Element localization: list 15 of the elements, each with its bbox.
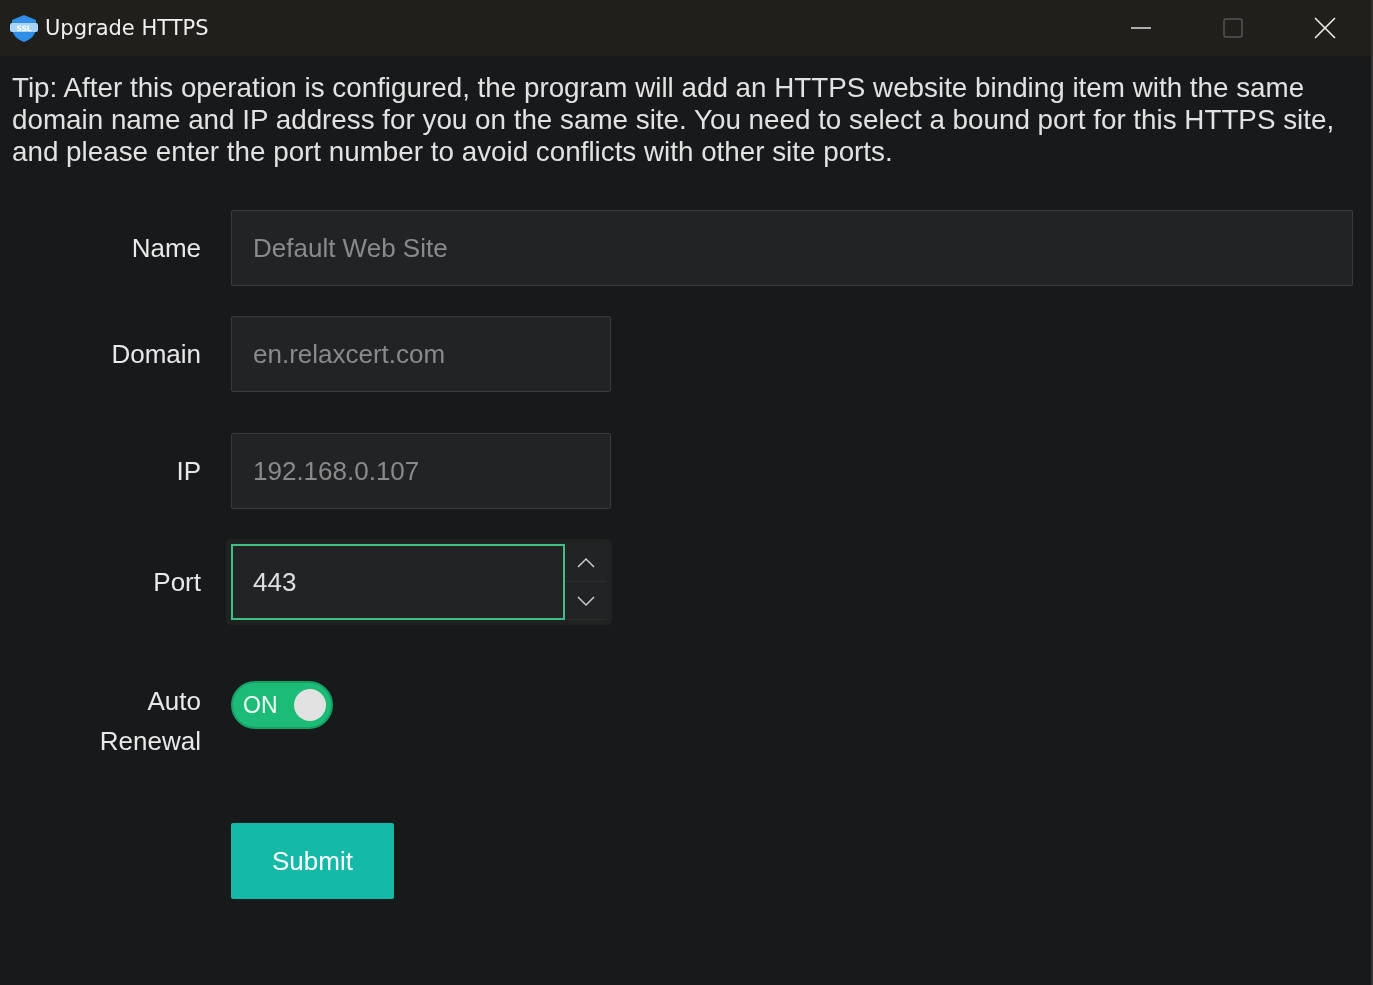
window-title: Upgrade HTTPS	[45, 16, 209, 40]
field-label: Auto Renewal	[98, 685, 201, 758]
number-field[interactable]: 443	[226, 539, 612, 625]
field-label: Domain	[110, 338, 201, 371]
submit-button[interactable]: Submit	[231, 823, 394, 899]
field-label: Port	[152, 566, 201, 599]
field-label: Name	[130, 232, 201, 265]
field-label: IP	[175, 455, 201, 488]
tip-text: Tip: After this operation is configured, the program will add an HTTPS website binding item with the same domain name and IP address for you on the same site. You need to select a bound port for this HTTPS site, and please enter the port number to avoid conflicts with other site ports.	[12, 72, 1336, 168]
maximize-icon	[1223, 18, 1243, 38]
minimize-icon	[1131, 27, 1151, 29]
close-icon	[1314, 17, 1336, 39]
chevron-up-icon	[576, 556, 596, 569]
toggle-switch[interactable]: ON	[231, 681, 333, 729]
chevron-down-icon	[576, 594, 596, 607]
